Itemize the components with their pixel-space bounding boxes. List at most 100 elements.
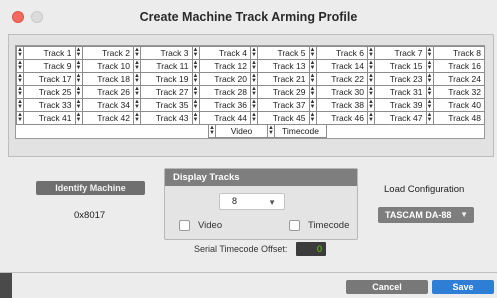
track-cell[interactable]: ▲ ▼ Track 11 — [133, 59, 193, 73]
up-down-arrows-icon[interactable]: ▲ ▼ — [76, 112, 83, 124]
track-cell[interactable]: ▲ ▼ Track 42 — [74, 111, 134, 125]
track-cell[interactable]: ▲ ▼ Track 43 — [133, 111, 193, 125]
up-down-arrows-icon[interactable]: ▲ ▼ — [368, 86, 375, 98]
track-cell[interactable]: ▲ ▼ Track 33 — [16, 98, 76, 112]
up-down-arrows-icon[interactable]: ▲ ▼ — [251, 99, 258, 111]
track-cell[interactable]: ▲ ▼ Track 46 — [308, 111, 368, 125]
up-down-arrows-icon[interactable]: ▲ ▼ — [193, 60, 200, 72]
track-cell[interactable]: ▲ ▼ Track 15 — [367, 59, 427, 73]
up-down-arrows-icon[interactable]: ▲ ▼ — [17, 99, 24, 111]
track-cell[interactable]: ▲ ▼ Track 44 — [191, 111, 251, 125]
track-cell[interactable]: ▲ ▼ Track 48 — [425, 111, 485, 125]
up-down-arrows-icon[interactable]: ▲ ▼ — [310, 47, 317, 59]
track-cell[interactable]: ▲ ▼ Timecode — [267, 124, 327, 138]
up-down-arrows-icon[interactable]: ▲ ▼ — [134, 99, 141, 111]
up-down-arrows-icon[interactable]: ▲ ▼ — [17, 112, 24, 124]
up-down-arrows-icon[interactable]: ▲ ▼ — [368, 47, 375, 59]
up-down-arrows-icon[interactable]: ▲ ▼ — [76, 99, 83, 111]
load-configuration-select[interactable]: TASCAM DA-88 ▼ — [378, 207, 474, 223]
track-cell[interactable]: ▲ ▼ Track 41 — [16, 111, 76, 125]
video-checkbox-box[interactable] — [179, 220, 190, 231]
up-down-arrows-icon[interactable]: ▲ ▼ — [310, 112, 317, 124]
up-down-arrows-icon[interactable]: ▲ ▼ — [427, 60, 434, 72]
save-button[interactable]: Save — [432, 280, 494, 294]
track-cell[interactable]: ▲ ▼ Track 25 — [16, 85, 76, 99]
up-down-arrows-icon[interactable]: ▲ ▼ — [76, 86, 83, 98]
track-cell[interactable]: ▲ ▼ Track 2 — [74, 46, 134, 60]
up-down-arrows-icon[interactable]: ▲ ▼ — [76, 73, 83, 85]
cancel-button[interactable]: Cancel — [346, 280, 428, 294]
track-cell[interactable]: ▲ ▼ Track 12 — [191, 59, 251, 73]
track-cell[interactable]: ▲ ▼ Track 14 — [308, 59, 368, 73]
up-down-arrows-icon[interactable]: ▲ ▼ — [17, 60, 24, 72]
display-tracks-count-select[interactable]: 8 ▼ — [219, 193, 285, 210]
track-cell[interactable]: ▲ ▼ Track 39 — [367, 98, 427, 112]
up-down-arrows-icon[interactable]: ▲ ▼ — [17, 86, 24, 98]
up-down-arrows-icon[interactable]: ▲ ▼ — [310, 86, 317, 98]
track-cell[interactable]: ▲ ▼ Track 7 — [367, 46, 427, 60]
track-cell[interactable]: ▲ ▼ Track 23 — [367, 72, 427, 86]
up-down-arrows-icon[interactable]: ▲ ▼ — [368, 99, 375, 111]
track-cell[interactable]: ▲ ▼ Track 45 — [250, 111, 310, 125]
track-cell[interactable]: ▲ ▼ Track 32 — [425, 85, 485, 99]
track-cell[interactable]: ▲ ▼ Track 4 — [191, 46, 251, 60]
track-cell[interactable]: ▲ ▼ Track 18 — [74, 72, 134, 86]
track-cell[interactable]: ▲ ▼ Video — [208, 124, 268, 138]
track-cell[interactable]: ▲ ▼ Track 3 — [133, 46, 193, 60]
up-down-arrows-icon[interactable]: ▲ ▼ — [76, 60, 83, 72]
track-cell[interactable]: ▲ ▼ Track 34 — [74, 98, 134, 112]
track-cell[interactable]: ▲ ▼ Track 10 — [74, 59, 134, 73]
track-cell[interactable]: ▲ ▼ Track 29 — [250, 85, 310, 99]
video-checkbox[interactable]: Video — [179, 220, 222, 231]
up-down-arrows-icon[interactable]: ▲ ▼ — [427, 99, 434, 111]
track-cell[interactable]: ▲ ▼ Track 40 — [425, 98, 485, 112]
track-cell[interactable]: ▲ ▼ Track 17 — [16, 72, 76, 86]
up-down-arrows-icon[interactable]: ▲ ▼ — [310, 73, 317, 85]
up-down-arrows-icon[interactable]: ▲ ▼ — [251, 86, 258, 98]
up-down-arrows-icon[interactable]: ▲ ▼ — [134, 73, 141, 85]
track-cell[interactable]: ▲ ▼ Track 9 — [16, 59, 76, 73]
track-cell[interactable]: ▲ ▼ Track 36 — [191, 98, 251, 112]
up-down-arrows-icon[interactable]: ▲ ▼ — [193, 73, 200, 85]
track-cell[interactable]: ▲ ▼ Track 37 — [250, 98, 310, 112]
up-down-arrows-icon[interactable]: ▲ ▼ — [427, 47, 434, 59]
up-down-arrows-icon[interactable]: ▲ ▼ — [193, 99, 200, 111]
up-down-arrows-icon[interactable]: ▲ ▼ — [17, 73, 24, 85]
track-cell[interactable]: ▲ ▼ Track 22 — [308, 72, 368, 86]
track-cell[interactable]: ▲ ▼ Track 24 — [425, 72, 485, 86]
track-cell[interactable]: ▲ ▼ Track 21 — [250, 72, 310, 86]
up-down-arrows-icon[interactable]: ▲ ▼ — [268, 125, 275, 137]
timecode-checkbox-box[interactable] — [289, 220, 300, 231]
track-cell[interactable]: ▲ ▼ Track 8 — [425, 46, 485, 60]
up-down-arrows-icon[interactable]: ▲ ▼ — [193, 112, 200, 124]
up-down-arrows-icon[interactable]: ▲ ▼ — [76, 47, 83, 59]
up-down-arrows-icon[interactable]: ▲ ▼ — [209, 125, 216, 137]
up-down-arrows-icon[interactable]: ▲ ▼ — [134, 86, 141, 98]
up-down-arrows-icon[interactable]: ▲ ▼ — [134, 47, 141, 59]
up-down-arrows-icon[interactable]: ▲ ▼ — [368, 112, 375, 124]
up-down-arrows-icon[interactable]: ▲ ▼ — [193, 86, 200, 98]
up-down-arrows-icon[interactable]: ▲ ▼ — [427, 73, 434, 85]
up-down-arrows-icon[interactable]: ▲ ▼ — [193, 47, 200, 59]
track-cell[interactable]: ▲ ▼ Track 38 — [308, 98, 368, 112]
track-cell[interactable]: ▲ ▼ Track 6 — [308, 46, 368, 60]
up-down-arrows-icon[interactable]: ▲ ▼ — [251, 112, 258, 124]
track-cell[interactable]: ▲ ▼ Track 28 — [191, 85, 251, 99]
up-down-arrows-icon[interactable]: ▲ ▼ — [427, 112, 434, 124]
up-down-arrows-icon[interactable]: ▲ ▼ — [251, 47, 258, 59]
up-down-arrows-icon[interactable]: ▲ ▼ — [251, 60, 258, 72]
serial-timecode-offset-field[interactable]: 0 — [296, 242, 326, 256]
track-cell[interactable]: ▲ ▼ Track 1 — [16, 46, 76, 60]
up-down-arrows-icon[interactable]: ▲ ▼ — [17, 47, 24, 59]
identify-machine-button[interactable]: Identify Machine — [36, 181, 145, 195]
track-cell[interactable]: ▲ ▼ Track 26 — [74, 85, 134, 99]
up-down-arrows-icon[interactable]: ▲ ▼ — [368, 73, 375, 85]
track-cell[interactable]: ▲ ▼ Track 47 — [367, 111, 427, 125]
up-down-arrows-icon[interactable]: ▲ ▼ — [134, 112, 141, 124]
track-cell[interactable]: ▲ ▼ Track 20 — [191, 72, 251, 86]
timecode-checkbox[interactable]: Timecode — [289, 220, 349, 231]
up-down-arrows-icon[interactable]: ▲ ▼ — [310, 60, 317, 72]
up-down-arrows-icon[interactable]: ▲ ▼ — [251, 73, 258, 85]
up-down-arrows-icon[interactable]: ▲ ▼ — [134, 60, 141, 72]
up-down-arrows-icon[interactable]: ▲ ▼ — [310, 99, 317, 111]
